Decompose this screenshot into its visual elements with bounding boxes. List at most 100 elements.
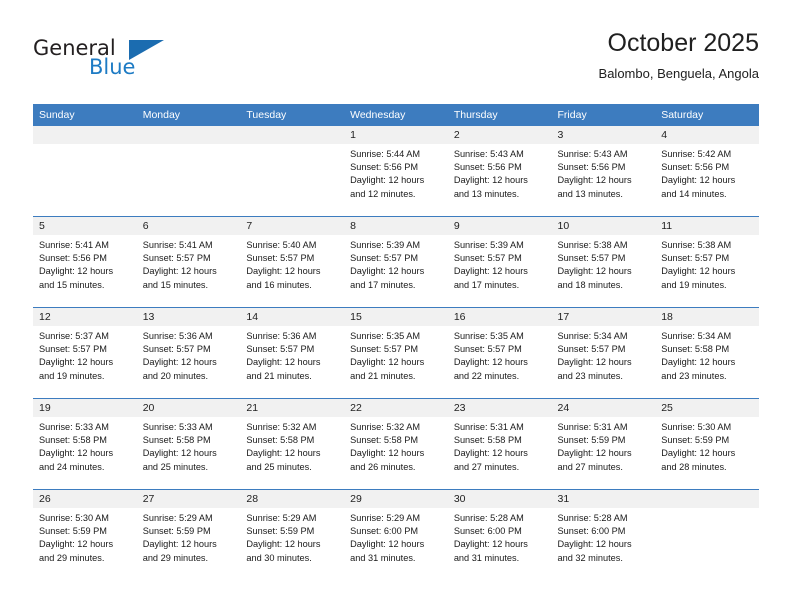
weekday-header-monday: Monday: [136, 104, 241, 126]
calendar-day-cell[interactable]: 22 Sunrise: 5:32 AM Sunset: 5:58 PM Dayli…: [344, 398, 448, 490]
day-cell-inner: 31 Sunrise: 5:28 AM Sunset: 6:00 PM Dayli…: [551, 490, 656, 580]
day-cell-inner: 13 Sunrise: 5:36 AM Sunset: 5:57 PM Dayli…: [136, 308, 241, 398]
weekday-header-friday: Friday: [551, 104, 656, 126]
calendar-day-cell[interactable]: 7 Sunrise: 5:40 AM Sunset: 5:57 PM Daylig…: [240, 216, 345, 308]
calendar-day-cell[interactable]: 11 Sunrise: 5:38 AM Sunset: 5:57 PM Dayli…: [655, 216, 759, 308]
day-cell-inner: 12 Sunrise: 5:37 AM Sunset: 5:57 PM Dayli…: [33, 308, 137, 398]
day-sun-details: Sunrise: 5:39 AM Sunset: 5:57 PM Dayligh…: [453, 240, 528, 290]
day-cell-inner: 6 Sunrise: 5:41 AM Sunset: 5:57 PM Daylig…: [136, 217, 241, 307]
day-sun-details: Sunrise: 5:41 AM Sunset: 5:56 PM Dayligh…: [39, 240, 114, 290]
day-sun-details: Sunrise: 5:30 AM Sunset: 5:59 PM Dayligh…: [39, 513, 114, 563]
day-cell-inner: [33, 126, 137, 216]
day-sun-details: [655, 508, 759, 512]
weekday-header-tuesday: Tuesday: [240, 104, 345, 126]
day-sun-details: Sunrise: 5:37 AM Sunset: 5:57 PM Dayligh…: [39, 331, 114, 381]
day-number: 22: [344, 399, 448, 417]
day-number: 25: [655, 399, 759, 417]
calendar-day-cell[interactable]: 2 Sunrise: 5:43 AM Sunset: 5:56 PM Daylig…: [447, 126, 552, 217]
general-blue-logo[interactable]: General Blue: [33, 36, 253, 92]
day-number: 21: [240, 399, 345, 417]
calendar-day-cell[interactable]: 21 Sunrise: 5:32 AM Sunset: 5:58 PM Dayli…: [240, 398, 345, 490]
calendar-day-cell[interactable]: 1 Sunrise: 5:44 AM Sunset: 5:56 PM Daylig…: [344, 126, 448, 217]
day-cell-inner: 15 Sunrise: 5:35 AM Sunset: 5:57 PM Dayli…: [344, 308, 448, 398]
day-number: [240, 126, 345, 144]
calendar-day-cell[interactable]: 24 Sunrise: 5:31 AM Sunset: 5:59 PM Dayli…: [551, 398, 656, 490]
calendar-empty-cell: [240, 126, 345, 217]
day-sun-details: Sunrise: 5:29 AM Sunset: 5:59 PM Dayligh…: [246, 513, 321, 563]
calendar-day-cell[interactable]: 5 Sunrise: 5:41 AM Sunset: 5:56 PM Daylig…: [33, 216, 137, 308]
day-cell-inner: 3 Sunrise: 5:43 AM Sunset: 5:56 PM Daylig…: [551, 126, 656, 216]
calendar-day-cell[interactable]: 30 Sunrise: 5:28 AM Sunset: 6:00 PM Dayli…: [447, 489, 552, 580]
calendar-day-cell[interactable]: 3 Sunrise: 5:43 AM Sunset: 5:56 PM Daylig…: [551, 126, 656, 217]
calendar-day-cell[interactable]: 6 Sunrise: 5:41 AM Sunset: 5:57 PM Daylig…: [136, 216, 241, 308]
day-number: 12: [33, 308, 137, 326]
calendar-day-cell[interactable]: 31 Sunrise: 5:28 AM Sunset: 6:00 PM Dayli…: [551, 489, 656, 580]
day-number: 23: [447, 399, 552, 417]
day-number: 15: [344, 308, 448, 326]
day-cell-inner: [240, 126, 345, 216]
calendar-day-cell[interactable]: 23 Sunrise: 5:31 AM Sunset: 5:58 PM Dayli…: [447, 398, 552, 490]
day-sun-details: Sunrise: 5:32 AM Sunset: 5:58 PM Dayligh…: [246, 422, 321, 472]
day-number: 8: [344, 217, 448, 235]
calendar-day-cell[interactable]: 19 Sunrise: 5:33 AM Sunset: 5:58 PM Dayli…: [33, 398, 137, 490]
calendar-day-cell[interactable]: 29 Sunrise: 5:29 AM Sunset: 6:00 PM Dayli…: [344, 489, 448, 580]
day-sun-details: [240, 144, 344, 148]
calendar-day-cell[interactable]: 10 Sunrise: 5:38 AM Sunset: 5:57 PM Dayli…: [551, 216, 656, 308]
day-number: 14: [240, 308, 345, 326]
page-subtitle: Balombo, Benguela, Angola: [598, 66, 759, 81]
day-cell-inner: 1 Sunrise: 5:44 AM Sunset: 5:56 PM Daylig…: [344, 126, 448, 216]
weekday-header-saturday: Saturday: [655, 104, 759, 126]
day-cell-inner: 20 Sunrise: 5:33 AM Sunset: 5:58 PM Dayli…: [136, 399, 241, 489]
calendar-day-cell[interactable]: 27 Sunrise: 5:29 AM Sunset: 5:59 PM Dayli…: [136, 489, 241, 580]
calendar-day-cell[interactable]: 14 Sunrise: 5:36 AM Sunset: 5:57 PM Dayli…: [240, 307, 345, 399]
calendar-week-row: 1 Sunrise: 5:44 AM Sunset: 5:56 PM Daylig…: [33, 126, 759, 217]
day-number: 28: [240, 490, 345, 508]
day-number: 27: [136, 490, 241, 508]
day-sun-details: Sunrise: 5:33 AM Sunset: 5:58 PM Dayligh…: [142, 422, 217, 472]
calendar-day-cell[interactable]: 20 Sunrise: 5:33 AM Sunset: 5:58 PM Dayli…: [136, 398, 241, 490]
calendar-day-cell[interactable]: 17 Sunrise: 5:34 AM Sunset: 5:57 PM Dayli…: [551, 307, 656, 399]
day-cell-inner: 16 Sunrise: 5:35 AM Sunset: 5:57 PM Dayli…: [447, 308, 552, 398]
day-cell-inner: 27 Sunrise: 5:29 AM Sunset: 5:59 PM Dayli…: [136, 490, 241, 580]
day-number: 3: [551, 126, 656, 144]
calendar-day-cell[interactable]: 26 Sunrise: 5:30 AM Sunset: 5:59 PM Dayli…: [33, 489, 137, 580]
day-number: 31: [551, 490, 656, 508]
page-header: General Blue October 2025 Balombo, Bengu…: [33, 28, 759, 96]
calendar-day-cell[interactable]: 13 Sunrise: 5:36 AM Sunset: 5:57 PM Dayli…: [136, 307, 241, 399]
calendar-week-row: 12 Sunrise: 5:37 AM Sunset: 5:57 PM Dayli…: [33, 307, 759, 399]
day-number: 2: [447, 126, 552, 144]
calendar-day-cell[interactable]: 16 Sunrise: 5:35 AM Sunset: 5:57 PM Dayli…: [447, 307, 552, 399]
calendar-day-cell[interactable]: 8 Sunrise: 5:39 AM Sunset: 5:57 PM Daylig…: [344, 216, 448, 308]
day-sun-details: Sunrise: 5:32 AM Sunset: 5:58 PM Dayligh…: [350, 422, 425, 472]
calendar-day-cell[interactable]: 25 Sunrise: 5:30 AM Sunset: 5:59 PM Dayli…: [655, 398, 759, 490]
day-cell-inner: 11 Sunrise: 5:38 AM Sunset: 5:57 PM Dayli…: [655, 217, 759, 307]
day-sun-details: Sunrise: 5:43 AM Sunset: 5:56 PM Dayligh…: [557, 149, 632, 199]
calendar-day-cell[interactable]: 28 Sunrise: 5:29 AM Sunset: 5:59 PM Dayli…: [240, 489, 345, 580]
day-number: 18: [655, 308, 759, 326]
day-cell-inner: 28 Sunrise: 5:29 AM Sunset: 5:59 PM Dayli…: [240, 490, 345, 580]
day-sun-details: Sunrise: 5:35 AM Sunset: 5:57 PM Dayligh…: [350, 331, 425, 381]
day-cell-inner: 17 Sunrise: 5:34 AM Sunset: 5:57 PM Dayli…: [551, 308, 656, 398]
calendar-day-cell[interactable]: 15 Sunrise: 5:35 AM Sunset: 5:57 PM Dayli…: [344, 307, 448, 399]
day-cell-inner: 8 Sunrise: 5:39 AM Sunset: 5:57 PM Daylig…: [344, 217, 448, 307]
day-number: 30: [447, 490, 552, 508]
day-sun-details: Sunrise: 5:38 AM Sunset: 5:57 PM Dayligh…: [661, 240, 736, 290]
day-sun-details: Sunrise: 5:34 AM Sunset: 5:57 PM Dayligh…: [557, 331, 632, 381]
calendar-day-cell[interactable]: 12 Sunrise: 5:37 AM Sunset: 5:57 PM Dayli…: [33, 307, 137, 399]
day-number: [136, 126, 241, 144]
calendar-day-cell[interactable]: 9 Sunrise: 5:39 AM Sunset: 5:57 PM Daylig…: [447, 216, 552, 308]
day-cell-inner: 21 Sunrise: 5:32 AM Sunset: 5:58 PM Dayli…: [240, 399, 345, 489]
day-cell-inner: 30 Sunrise: 5:28 AM Sunset: 6:00 PM Dayli…: [447, 490, 552, 580]
calendar-day-cell[interactable]: 4 Sunrise: 5:42 AM Sunset: 5:56 PM Daylig…: [655, 126, 759, 217]
day-number: 1: [344, 126, 448, 144]
calendar-week-row: 26 Sunrise: 5:30 AM Sunset: 5:59 PM Dayli…: [33, 489, 759, 580]
day-cell-inner: 29 Sunrise: 5:29 AM Sunset: 6:00 PM Dayli…: [344, 490, 448, 580]
day-cell-inner: 4 Sunrise: 5:42 AM Sunset: 5:56 PM Daylig…: [655, 126, 759, 216]
calendar-empty-cell: [136, 126, 241, 217]
calendar-day-cell[interactable]: 18 Sunrise: 5:34 AM Sunset: 5:58 PM Dayli…: [655, 307, 759, 399]
calendar-empty-cell: [655, 489, 759, 580]
day-number: 9: [447, 217, 552, 235]
day-cell-inner: 24 Sunrise: 5:31 AM Sunset: 5:59 PM Dayli…: [551, 399, 656, 489]
day-sun-details: Sunrise: 5:36 AM Sunset: 5:57 PM Dayligh…: [246, 331, 321, 381]
weekday-header-row: Sunday Monday Tuesday Wednesday Thursday…: [33, 104, 759, 126]
